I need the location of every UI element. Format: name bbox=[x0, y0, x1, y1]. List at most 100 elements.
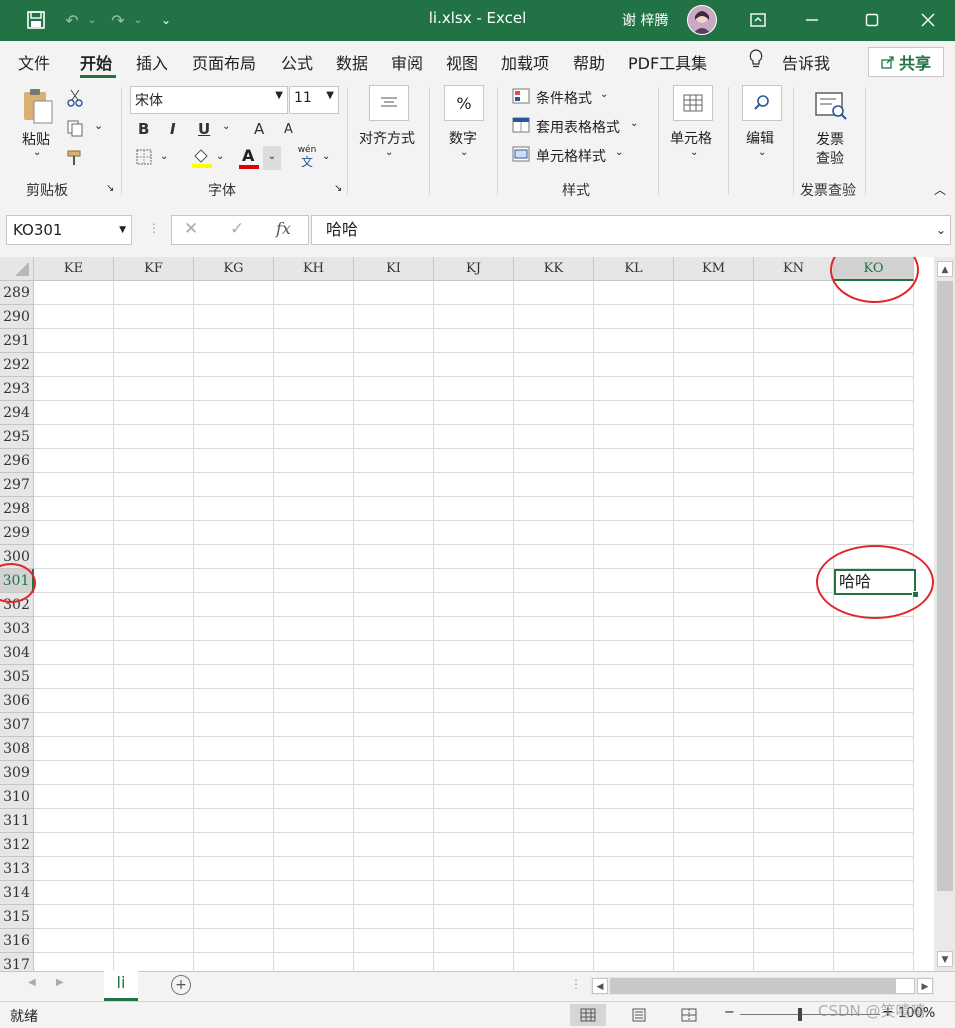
column-header-kn[interactable]: KN bbox=[754, 257, 834, 281]
cells-dropdown-icon[interactable]: ⌄ bbox=[690, 147, 698, 158]
chevron-down-icon[interactable]: ⌄ bbox=[600, 89, 608, 100]
row-header-307[interactable]: 307 bbox=[0, 713, 34, 737]
column-header-kk[interactable]: KK bbox=[514, 257, 594, 281]
name-box[interactable]: KO301 ▼ bbox=[6, 215, 132, 245]
tab-page-layout[interactable]: 页面布局 bbox=[192, 50, 256, 74]
scroll-left-icon[interactable]: ◀ bbox=[592, 978, 608, 994]
bold-button[interactable]: B bbox=[138, 120, 149, 138]
drag-handle-icon[interactable]: ⋮ bbox=[148, 221, 160, 235]
share-button[interactable]: 共享 bbox=[868, 47, 944, 77]
scroll-down-icon[interactable]: ▼ bbox=[937, 951, 953, 967]
editing-dropdown-icon[interactable]: ⌄ bbox=[758, 147, 766, 158]
fill-color-icon[interactable] bbox=[192, 147, 212, 173]
avatar[interactable] bbox=[687, 5, 717, 35]
invoice-line2[interactable]: 查验 bbox=[816, 148, 844, 168]
scroll-right-icon[interactable]: ▶ bbox=[917, 978, 933, 994]
ribbon-display-icon[interactable] bbox=[742, 6, 774, 34]
sheet-tab-li[interactable]: li bbox=[104, 971, 138, 1001]
format-painter-icon[interactable] bbox=[66, 149, 86, 171]
editing-label[interactable]: 编辑 bbox=[746, 128, 774, 148]
cells-label[interactable]: 单元格 bbox=[670, 128, 712, 148]
number-label[interactable]: 数字 bbox=[449, 128, 477, 148]
clipboard-launcher-icon[interactable]: ↘ bbox=[106, 183, 114, 194]
horizontal-scroll-thumb[interactable] bbox=[610, 978, 914, 994]
borders-icon[interactable] bbox=[136, 149, 152, 169]
row-header-317[interactable]: 317 bbox=[0, 953, 34, 971]
alignment-icon[interactable] bbox=[369, 85, 409, 121]
cut-icon[interactable] bbox=[66, 89, 84, 111]
phonetic-button[interactable]: wén 文 bbox=[296, 145, 318, 169]
paste-label[interactable]: 粘贴 bbox=[22, 129, 50, 149]
phonetic-dropdown-icon[interactable]: ⌄ bbox=[322, 151, 330, 162]
cells-icon[interactable] bbox=[673, 85, 713, 121]
row-header-293[interactable]: 293 bbox=[0, 377, 34, 401]
italic-button[interactable]: I bbox=[170, 120, 176, 138]
row-header-310[interactable]: 310 bbox=[0, 785, 34, 809]
font-launcher-icon[interactable]: ↘ bbox=[334, 183, 342, 194]
zoom-slider-thumb[interactable] bbox=[798, 1008, 802, 1021]
row-header-311[interactable]: 311 bbox=[0, 809, 34, 833]
column-header-kg[interactable]: KG bbox=[194, 257, 274, 281]
increase-font-button[interactable]: A bbox=[254, 120, 264, 138]
conditional-format-icon[interactable] bbox=[512, 88, 530, 108]
underline-dropdown-icon[interactable]: ⌄ bbox=[222, 121, 230, 132]
alignment-label[interactable]: 对齐方式 bbox=[359, 128, 415, 148]
chevron-down-icon[interactable]: ⌄ bbox=[630, 118, 638, 129]
tab-review[interactable]: 审阅 bbox=[391, 50, 423, 74]
zoom-out-icon[interactable]: − bbox=[724, 1005, 735, 1020]
page-break-view-icon[interactable] bbox=[671, 1004, 707, 1026]
row-header-295[interactable]: 295 bbox=[0, 425, 34, 449]
row-header-292[interactable]: 292 bbox=[0, 353, 34, 377]
conditional-format-button[interactable]: 条件格式 bbox=[536, 88, 592, 108]
vertical-scroll-thumb[interactable] bbox=[937, 281, 953, 891]
row-header-304[interactable]: 304 bbox=[0, 641, 34, 665]
row-header-305[interactable]: 305 bbox=[0, 665, 34, 689]
column-header-ke[interactable]: KE bbox=[34, 257, 114, 281]
column-header-kl[interactable]: KL bbox=[594, 257, 674, 281]
font-size-select[interactable]: 11 ▼ bbox=[289, 86, 339, 114]
cell-styles-button[interactable]: 单元格样式 bbox=[536, 146, 606, 166]
row-header-290[interactable]: 290 bbox=[0, 305, 34, 329]
scroll-up-icon[interactable]: ▲ bbox=[937, 261, 953, 277]
invoice-line1[interactable]: 发票 bbox=[816, 129, 844, 149]
row-header-306[interactable]: 306 bbox=[0, 689, 34, 713]
number-format-icon[interactable]: % bbox=[444, 85, 484, 121]
search-icon[interactable] bbox=[742, 85, 782, 121]
number-dropdown-icon[interactable]: ⌄ bbox=[460, 147, 468, 158]
horizontal-scroll-box[interactable] bbox=[895, 978, 915, 994]
row-header-313[interactable]: 313 bbox=[0, 857, 34, 881]
row-header-289[interactable]: 289 bbox=[0, 281, 34, 305]
split-handle-icon[interactable]: ⋮ bbox=[570, 977, 582, 991]
worksheet-grid[interactable]: KE KF KG KH KI KJ KK KL KM KN KO 289 290 291 292 293 29… bbox=[0, 257, 955, 971]
tab-formulas[interactable]: 公式 bbox=[281, 50, 313, 74]
add-sheet-icon[interactable]: + bbox=[171, 975, 191, 995]
format-as-table-icon[interactable] bbox=[512, 117, 530, 137]
column-header-ki[interactable]: KI bbox=[354, 257, 434, 281]
tab-file[interactable]: 文件 bbox=[18, 50, 50, 74]
alignment-dropdown-icon[interactable]: ⌄ bbox=[385, 147, 393, 158]
tab-data[interactable]: 数据 bbox=[336, 50, 368, 74]
decrease-font-button[interactable]: A bbox=[284, 122, 293, 137]
enter-icon[interactable]: ✓ bbox=[230, 219, 244, 239]
minimize-icon[interactable] bbox=[796, 6, 828, 34]
lightbulb-icon[interactable] bbox=[748, 49, 764, 73]
close-icon[interactable] bbox=[912, 6, 944, 34]
fill-color-dropdown-icon[interactable]: ⌄ bbox=[216, 151, 224, 162]
row-header-291[interactable]: 291 bbox=[0, 329, 34, 353]
paste-dropdown-icon[interactable]: ⌄ bbox=[33, 147, 41, 158]
tab-addins[interactable]: 加载项 bbox=[501, 50, 549, 74]
row-header-308[interactable]: 308 bbox=[0, 737, 34, 761]
select-all-corner[interactable] bbox=[0, 257, 34, 281]
maximize-icon[interactable] bbox=[856, 6, 888, 34]
font-color-dropdown-icon[interactable]: ⌄ bbox=[263, 146, 281, 170]
next-sheet-icon[interactable]: ▶ bbox=[56, 977, 64, 988]
row-header-309[interactable]: 309 bbox=[0, 761, 34, 785]
expand-formula-icon[interactable]: ⌄ bbox=[936, 216, 946, 244]
collapse-ribbon-icon[interactable]: ︿ bbox=[934, 181, 946, 198]
cell-styles-icon[interactable] bbox=[512, 146, 530, 166]
row-header-303[interactable]: 303 bbox=[0, 617, 34, 641]
column-header-km[interactable]: KM bbox=[674, 257, 754, 281]
tab-home[interactable]: 开始 bbox=[80, 50, 112, 74]
font-name-select[interactable]: 宋体 ▼ bbox=[130, 86, 288, 114]
page-layout-view-icon[interactable] bbox=[621, 1004, 657, 1026]
